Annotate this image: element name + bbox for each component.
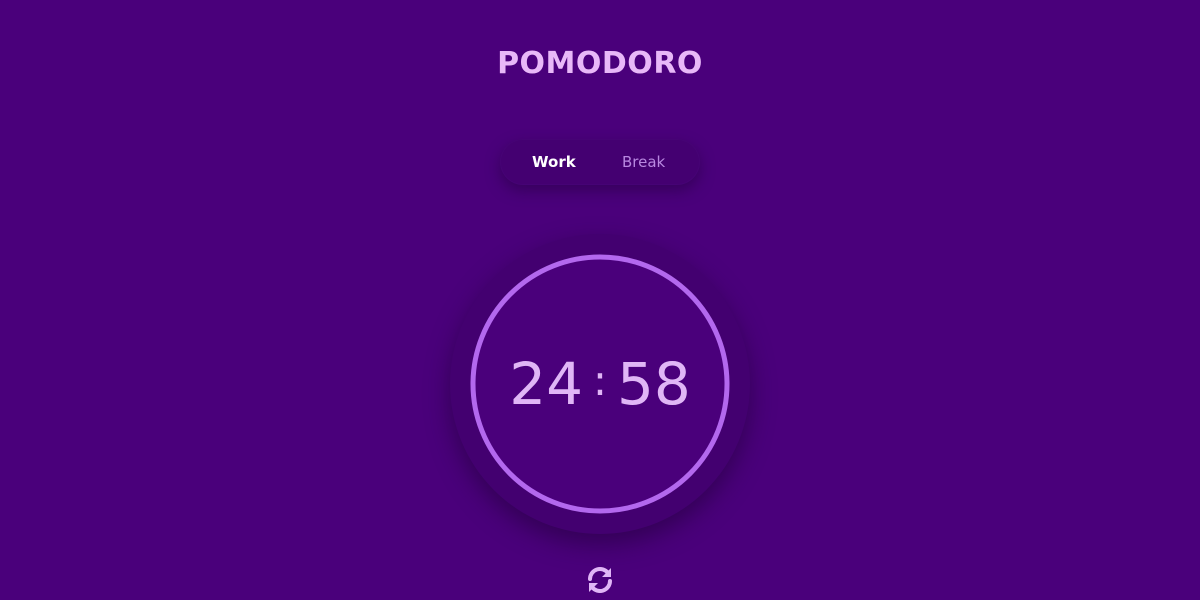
timer-separator: : bbox=[592, 355, 608, 405]
app-title: POMODORO bbox=[497, 46, 703, 81]
tab-work[interactable]: Work bbox=[532, 139, 576, 185]
time-display: 24 : 58 bbox=[450, 350, 750, 418]
reset-button[interactable] bbox=[584, 564, 616, 596]
tab-break[interactable]: Break bbox=[622, 139, 665, 185]
pomodoro-app: POMODORO Work Break 24 : 58 bbox=[0, 0, 1200, 600]
timer-minutes: 24 bbox=[509, 350, 583, 418]
mode-toggle: Work Break bbox=[500, 139, 700, 185]
timer-dial[interactable]: 24 : 58 bbox=[450, 234, 750, 534]
refresh-icon bbox=[588, 567, 612, 593]
timer-seconds: 58 bbox=[617, 350, 691, 418]
